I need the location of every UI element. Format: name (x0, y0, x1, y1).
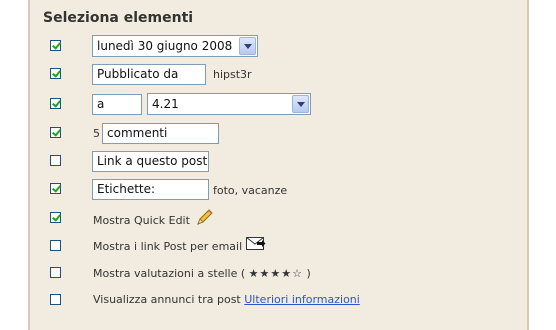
comments-label-field[interactable]: commenti (102, 123, 219, 144)
comments-row: 5 commenti (30, 121, 525, 145)
time-row: a 4.21 (30, 92, 525, 116)
left-page-margin (0, 0, 28, 330)
comments-count: 5 (93, 127, 100, 140)
ads-row: Visualizza annunci tra post Ulteriori in… (30, 288, 525, 312)
date-checkbox[interactable] (50, 40, 61, 51)
comments-checkbox[interactable] (50, 127, 61, 138)
ads-label: Visualizza annunci tra post Ulteriori in… (93, 293, 360, 306)
author-name: hipst3r (213, 68, 252, 81)
quick-edit-label: Mostra Quick Edit (93, 214, 190, 227)
permalink-row: Link a questo post (30, 150, 525, 174)
email-post-icon (246, 237, 266, 250)
star-ratings-text: Mostra valutazioni a stelle ( (93, 267, 246, 280)
star-ratings-label: Mostra valutazioni a stelle ( ★★★★☆ ) (93, 267, 311, 280)
email-post-label: Mostra i link Post per email (93, 240, 243, 253)
quick-edit-row: Mostra Quick Edit (30, 206, 525, 230)
email-post-checkbox[interactable] (50, 240, 61, 251)
date-format-select[interactable]: lunedì 30 giugno 2008 (92, 35, 258, 57)
labels-prefix-field[interactable]: Etichette: (92, 179, 209, 200)
pencil-icon (197, 209, 213, 225)
labels-row: Etichette: foto, vacanze (30, 177, 525, 201)
chevron-down-icon[interactable] (239, 37, 256, 55)
ads-checkbox[interactable] (50, 294, 61, 305)
date-format-value: lunedì 30 giugno 2008 (97, 39, 233, 53)
labels-list: foto, vacanze (213, 184, 288, 197)
chevron-down-icon[interactable] (292, 95, 309, 113)
time-prefix-field[interactable]: a (92, 94, 142, 115)
time-format-select[interactable]: 4.21 (147, 93, 311, 115)
star-ratings-stars: ★★★★☆ (248, 267, 303, 280)
permalink-label-field[interactable]: Link a questo post (92, 151, 209, 172)
star-ratings-suffix: ) (306, 267, 311, 280)
time-format-value: 4.21 (152, 97, 179, 111)
quick-edit-checkbox[interactable] (50, 212, 61, 223)
ads-text: Visualizza annunci tra post (93, 293, 241, 306)
author-prefix-field[interactable]: Pubblicato da (92, 64, 206, 85)
star-ratings-row: Mostra valutazioni a stelle ( ★★★★☆ ) (30, 261, 525, 285)
permalink-checkbox[interactable] (50, 155, 61, 166)
right-page-margin (529, 0, 556, 330)
more-info-link[interactable]: Ulteriori informazioni (244, 293, 360, 306)
email-post-row: Mostra i link Post per email (30, 234, 525, 258)
date-row: lunedì 30 giugno 2008 (30, 34, 525, 58)
author-checkbox[interactable] (50, 68, 61, 79)
section-title: Seleziona elementi (43, 10, 194, 26)
labels-checkbox[interactable] (50, 183, 61, 194)
time-checkbox[interactable] (50, 98, 61, 109)
author-row: Pubblicato da hipst3r (30, 62, 525, 86)
star-ratings-checkbox[interactable] (50, 267, 61, 278)
select-elements-panel: Seleziona elementi lunedì 30 giugno 2008… (28, 0, 529, 330)
